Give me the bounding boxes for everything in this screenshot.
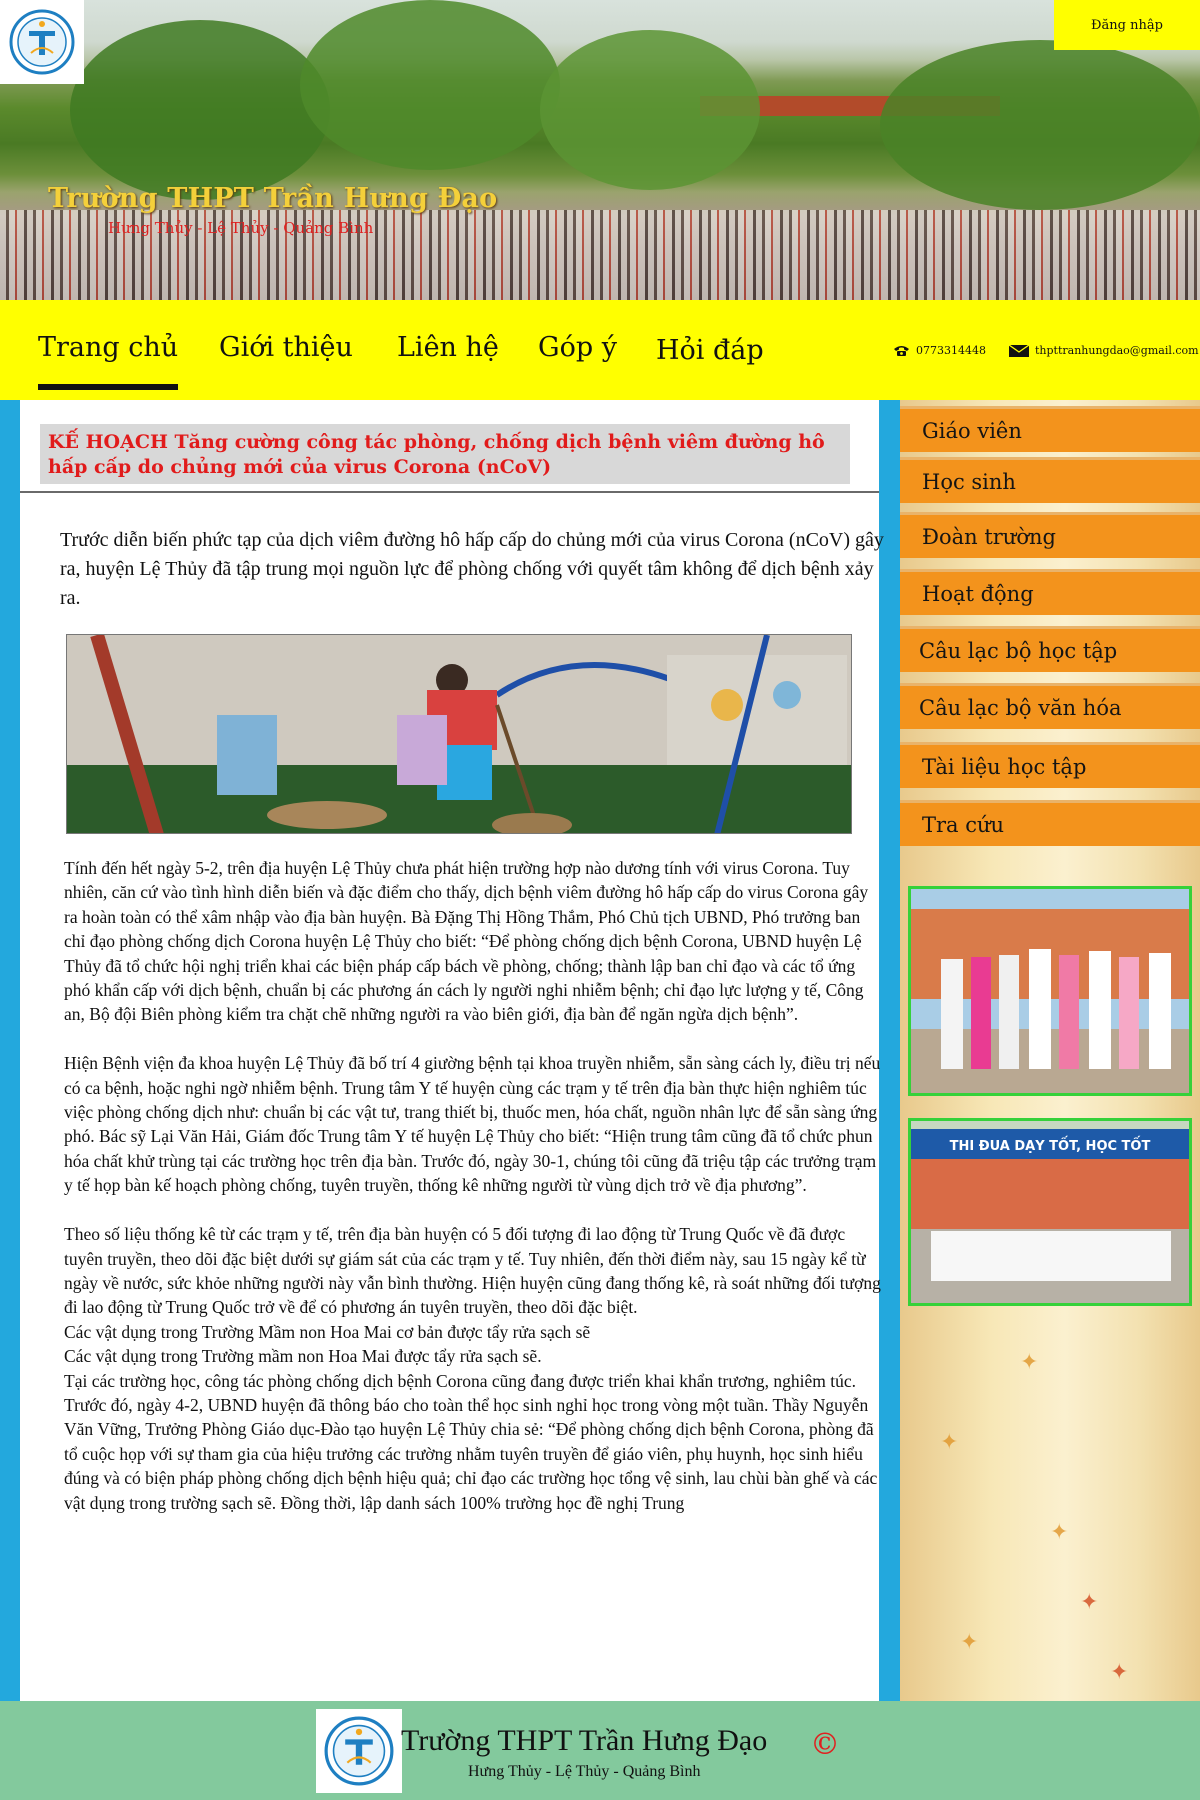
leaf-decoration: ✦: [1080, 1590, 1099, 1615]
tree-decoration: [300, 0, 560, 170]
tree-decoration: [70, 20, 330, 200]
sidebar-item-activities[interactable]: Hoạt động: [900, 569, 1200, 615]
school-logo-icon: [9, 9, 75, 75]
sidebar-item-study-materials[interactable]: Tài liệu học tập: [900, 742, 1200, 788]
tree-decoration: [540, 30, 760, 190]
sidebar-item-lookup[interactable]: Tra cứu: [900, 800, 1200, 846]
phone-number: 0773314448: [916, 344, 986, 357]
article-lead: Trước diễn biến phức tạp của dịch viêm đ…: [60, 529, 884, 609]
email-address: thpttranhungdao@gmail.com: [1035, 344, 1199, 357]
leaf-decoration: ✦: [1110, 1660, 1129, 1685]
sidebar-item-students[interactable]: Học sinh: [900, 457, 1200, 503]
header-banner: Đăng nhập Trường THPT Trần Hưng Đạo Hưng…: [0, 0, 1200, 300]
footer-school-address: Hưng Thủy - Lệ Thủy - Quảng Bình: [468, 1763, 701, 1780]
leaf-decoration: ✦: [1020, 1350, 1039, 1375]
sidebar-item-culture-clubs[interactable]: Câu lạc bộ văn hóa: [900, 683, 1200, 729]
email-contact[interactable]: thpttranhungdao@gmail.com: [1009, 344, 1199, 357]
mail-icon: [1009, 344, 1029, 357]
article-content: KẾ HOẠCH Tăng cường công tác phòng, chốn…: [20, 400, 884, 1701]
cleaning-photo-illustration: [67, 635, 851, 833]
main-navigation: Trang chủ Giới thiệu Liên hệ Góp ý Hỏi đ…: [0, 300, 1200, 400]
phone-icon: [894, 345, 909, 356]
nav-item-feedback[interactable]: Góp ý: [538, 332, 617, 363]
article-heading: KẾ HOẠCH Tăng cường công tác phòng, chốn…: [40, 424, 850, 484]
school-logo-icon: [324, 1716, 394, 1786]
photo-banner-text: THI ĐUA DẠY TỐT, HỌC TỐT: [950, 1136, 1151, 1154]
nav-item-contact[interactable]: Liên hệ: [397, 332, 499, 363]
login-button[interactable]: Đăng nhập: [1054, 0, 1200, 50]
school-address: Hưng Thủy - Lệ Thủy - Quảng Bình: [108, 219, 374, 237]
school-name: Trường THPT Trần Hưng Đạo: [48, 183, 498, 214]
article-body: Tính đến hết ngày 5-2, trên địa huyện Lệ…: [64, 858, 881, 1513]
footer-school-name: Trường THPT Trần Hưng Đạo: [401, 1724, 768, 1757]
leaf-decoration: ✦: [960, 1630, 979, 1655]
sidebar: Giáo viên Học sinh Đoàn trường Hoạt động…: [900, 400, 1200, 1701]
heading-divider: [20, 491, 879, 493]
leaf-decoration: ✦: [1050, 1520, 1069, 1545]
copyright-icon: ©: [810, 1727, 840, 1762]
school-logo[interactable]: [0, 0, 84, 84]
sidebar-item-study-clubs[interactable]: Câu lạc bộ học tập: [900, 626, 1200, 672]
leaf-decoration: ✦: [940, 1430, 959, 1455]
tree-decoration: [880, 40, 1200, 210]
nav-item-home[interactable]: Trang chủ: [38, 332, 179, 390]
footer: Trường THPT Trần Hưng Đạo Hưng Thủy - Lệ…: [0, 1701, 1200, 1800]
nav-item-about[interactable]: Giới thiệu: [219, 332, 353, 363]
article-photo: [66, 634, 852, 834]
footer-logo[interactable]: [316, 1709, 402, 1793]
students-photo-illustration: THI ĐUA DẠY TỐT, HỌC TỐT: [911, 1121, 1189, 1303]
sidebar-item-youth-union[interactable]: Đoàn trường: [900, 512, 1200, 558]
students-photo: THI ĐUA DẠY TỐT, HỌC TỐT: [908, 1118, 1192, 1306]
teachers-photo-illustration: [911, 889, 1189, 1093]
phone-contact[interactable]: 0773314448: [893, 344, 986, 357]
sidebar-item-teachers[interactable]: Giáo viên: [900, 406, 1200, 452]
teachers-photo: [908, 886, 1192, 1096]
nav-item-faq[interactable]: Hỏi đáp: [656, 335, 764, 366]
